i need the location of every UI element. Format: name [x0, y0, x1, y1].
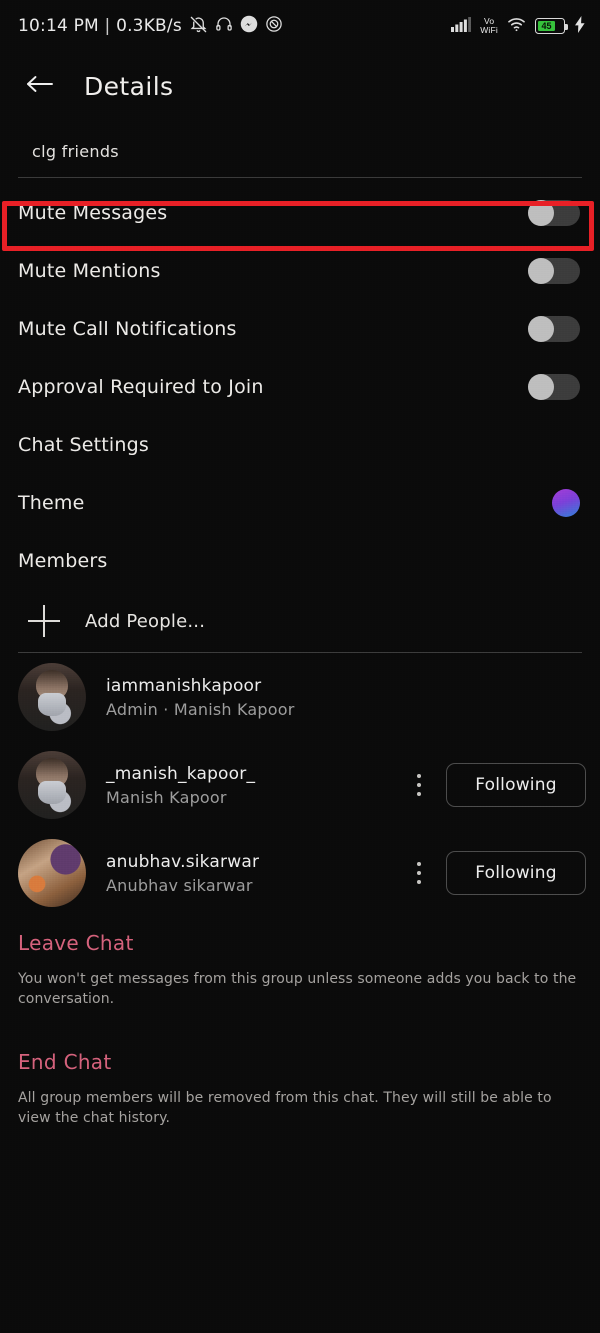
avatar — [18, 839, 86, 907]
setting-row-members[interactable]: Members — [0, 532, 600, 590]
member-username: iammanishkapoor — [106, 675, 262, 696]
group-name-row[interactable]: clg friends — [0, 120, 600, 177]
leave-chat-description: You won't get messages from this group u… — [18, 971, 577, 1008]
app-header: Details — [0, 52, 600, 120]
plus-icon — [28, 605, 60, 637]
end-chat-button[interactable]: End Chat — [18, 1050, 582, 1074]
setting-row-mute-call-notifications[interactable]: Mute Call Notifications — [0, 300, 600, 358]
status-bar: 10:14 PM | 0.3KB/s Vo WiFi 45 — [0, 0, 600, 52]
status-time-and-speed: 10:14 PM | 0.3KB/s — [18, 16, 182, 36]
add-people-label: Add People... — [85, 610, 206, 632]
toggle-mute-mentions[interactable] — [528, 258, 580, 284]
following-button[interactable]: Following — [446, 851, 586, 895]
member-text: iammanishkapoor Admin · Manish Kapoor — [106, 676, 586, 719]
add-people-row[interactable]: Add People... — [0, 590, 600, 652]
following-button[interactable]: Following — [446, 763, 586, 807]
bell-muted-icon — [189, 15, 208, 38]
setting-label-approval-required: Approval Required to Join — [18, 376, 264, 398]
toggle-knob — [528, 316, 554, 342]
avatar — [18, 751, 86, 819]
status-bar-right: Vo WiFi 45 — [451, 15, 586, 37]
member-username: _manish_kapoor_ — [106, 763, 256, 784]
member-text: _manish_kapoor_ Manish Kapoor — [106, 764, 406, 807]
member-row[interactable]: iammanishkapoor Admin · Manish Kapoor — [0, 653, 600, 741]
volte-wifi-label: Vo WiFi — [480, 16, 498, 35]
setting-row-theme[interactable]: Theme — [0, 474, 600, 532]
setting-label-mute-mentions: Mute Mentions — [18, 260, 161, 282]
status-bar-left: 10:14 PM | 0.3KB/s — [18, 15, 283, 38]
back-button[interactable] — [18, 64, 62, 108]
battery-percentage: 45 — [541, 21, 552, 31]
wifi-icon — [507, 16, 526, 36]
setting-row-mute-messages[interactable]: Mute Messages — [0, 184, 600, 242]
setting-label-members: Members — [18, 550, 108, 572]
settings-list: Mute Messages Mute Mentions Mute Call No… — [0, 178, 600, 590]
member-row[interactable]: _manish_kapoor_ Manish Kapoor Following — [0, 741, 600, 829]
messenger-icon — [240, 15, 258, 37]
member-subtitle: Manish Kapoor — [106, 787, 227, 807]
toggle-knob — [528, 200, 554, 226]
end-chat-description: All group members will be removed from t… — [18, 1089, 552, 1126]
setting-row-approval-required-to-join[interactable]: Approval Required to Join — [0, 358, 600, 416]
charging-bolt-icon — [574, 15, 586, 37]
group-name: clg friends — [32, 142, 119, 161]
toggle-knob — [528, 374, 554, 400]
setting-label-theme: Theme — [18, 492, 85, 514]
headphones-icon — [215, 15, 233, 37]
avatar — [18, 663, 86, 731]
member-text: anubhav.sikarwar Anubhav sikarwar — [106, 852, 406, 895]
setting-label-mute-messages: Mute Messages — [18, 202, 168, 224]
members-list: iammanishkapoor Admin · Manish Kapoor _m… — [0, 653, 600, 917]
more-options-icon[interactable] — [406, 856, 432, 890]
leave-chat-button[interactable]: Leave Chat — [18, 931, 582, 955]
toggle-knob — [528, 258, 554, 284]
cellular-signal-icon — [451, 16, 472, 36]
toggle-mute-messages[interactable] — [528, 200, 580, 226]
more-options-icon[interactable] — [406, 768, 432, 802]
leave-chat-section: Leave Chat You won't get messages from t… — [0, 917, 600, 1010]
setting-row-chat-settings[interactable]: Chat Settings — [0, 416, 600, 474]
battery-indicator: 45 — [535, 18, 568, 34]
member-username: anubhav.sikarwar — [106, 851, 260, 872]
end-chat-section: End Chat All group members will be remov… — [0, 1010, 600, 1129]
page-title: Details — [84, 71, 174, 101]
toggle-mute-call-notifications[interactable] — [528, 316, 580, 342]
setting-label-chat-settings: Chat Settings — [18, 434, 149, 456]
back-arrow-icon — [25, 72, 55, 100]
do-not-disturb-icon — [265, 15, 283, 37]
setting-label-mute-call-notifications: Mute Call Notifications — [18, 318, 237, 340]
toggle-approval-required[interactable] — [528, 374, 580, 400]
theme-color-swatch[interactable] — [552, 489, 580, 517]
member-row[interactable]: anubhav.sikarwar Anubhav sikarwar Follow… — [0, 829, 600, 917]
member-subtitle: Anubhav sikarwar — [106, 875, 253, 895]
member-subtitle: Admin · Manish Kapoor — [106, 699, 295, 719]
setting-row-mute-mentions[interactable]: Mute Mentions — [0, 242, 600, 300]
